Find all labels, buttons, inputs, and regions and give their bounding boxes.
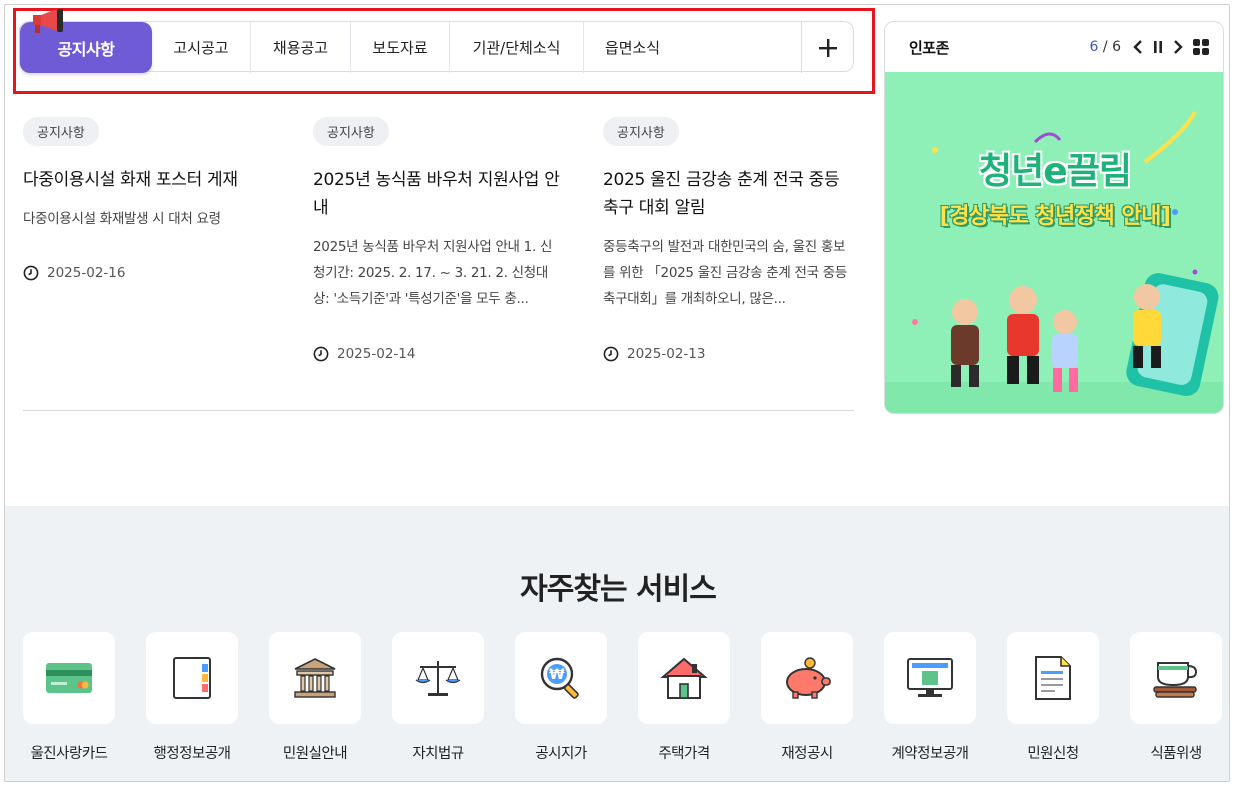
clock-icon bbox=[603, 346, 619, 362]
category-tag: 공지사항 bbox=[23, 117, 99, 146]
svg-text:₩: ₩ bbox=[549, 667, 565, 683]
service-icon-box[interactable] bbox=[884, 632, 976, 724]
service-icon-box[interactable] bbox=[761, 632, 853, 724]
chevron-left-icon[interactable] bbox=[1133, 39, 1143, 55]
service-item[interactable]: ₩ 공시지가 bbox=[515, 632, 607, 762]
tab-label: 고시공고 bbox=[173, 39, 229, 57]
service-item[interactable]: 식품위생 bbox=[1130, 632, 1222, 762]
service-icon-box[interactable] bbox=[392, 632, 484, 724]
service-label: 민원실안내 bbox=[282, 746, 348, 762]
banner-title: 청년e끌림 bbox=[979, 151, 1132, 192]
service-icon-box[interactable] bbox=[1130, 632, 1222, 724]
article-date: 2025-02-16 bbox=[23, 265, 125, 281]
tab-town-news[interactable]: 읍면소식 bbox=[583, 22, 681, 73]
main-frame: 고시공고 채용공고 보도자료 기관/단체소식 읍면소식 공지사항 공지사항 다중… bbox=[4, 4, 1230, 782]
article-card[interactable]: 공지사항 2025년 농식품 바우처 지원사업 안내 2025년 농식품 바우처… bbox=[313, 117, 563, 312]
infozone-title: 인포존 bbox=[909, 38, 949, 57]
service-icon-box[interactable] bbox=[638, 632, 730, 724]
tab-recruit[interactable]: 채용공고 bbox=[250, 22, 350, 73]
notice-tab-bar: 고시공고 채용공고 보도자료 기관/단체소식 읍면소식 공지사항 bbox=[19, 21, 854, 73]
service-icon-box[interactable] bbox=[269, 632, 361, 724]
plus-icon bbox=[818, 38, 837, 57]
service-item[interactable]: 재정공시 bbox=[761, 632, 853, 762]
megaphone-icon bbox=[33, 9, 63, 33]
document-icon bbox=[1035, 656, 1071, 700]
service-icon-box[interactable] bbox=[23, 632, 115, 724]
slide-total: 6 bbox=[1112, 39, 1121, 55]
service-label: 자치법규 bbox=[412, 746, 464, 762]
slide-counter: 6 / 6 bbox=[1089, 39, 1121, 55]
tab-org-news[interactable]: 기관/단체소식 bbox=[449, 22, 583, 73]
date-text: 2025-02-16 bbox=[47, 265, 126, 281]
slide-controls bbox=[1133, 39, 1209, 55]
service-label: 재정공시 bbox=[781, 746, 833, 762]
service-label: 민원신청 bbox=[1027, 746, 1079, 762]
frequent-services-section: 자주찾는 서비스 울진사랑카드 행정정보공개 민원실안내 자치법규 ₩ 공시지가… bbox=[5, 506, 1229, 781]
date-text: 2025-02-13 bbox=[627, 346, 706, 362]
section-title: 자주찾는 서비스 bbox=[520, 572, 717, 607]
tab-label: 기관/단체소식 bbox=[472, 39, 561, 57]
article-date: 2025-02-13 bbox=[603, 346, 705, 362]
service-label: 울진사랑카드 bbox=[30, 746, 108, 762]
service-label: 행정정보공개 bbox=[153, 746, 231, 762]
clock-icon bbox=[313, 346, 329, 362]
grid-icon[interactable] bbox=[1193, 39, 1209, 55]
tab-label: 채용공고 bbox=[272, 39, 329, 57]
category-tag: 공지사항 bbox=[313, 117, 389, 146]
article-desc: 다중이용시설 화재발생 시 대처 요령 bbox=[23, 211, 221, 227]
service-icon-box[interactable] bbox=[1007, 632, 1099, 724]
scale-icon bbox=[415, 661, 461, 696]
divider bbox=[23, 410, 854, 411]
service-icon-box[interactable] bbox=[146, 632, 238, 724]
article-date: 2025-02-14 bbox=[313, 346, 415, 362]
tab-gosi[interactable]: 고시공고 bbox=[152, 22, 250, 73]
binder-icon bbox=[173, 657, 211, 699]
article-card[interactable]: 공지사항 다중이용시설 화재 포스터 게재 다중이용시설 화재발생 시 대처 요… bbox=[23, 117, 273, 232]
clock-icon bbox=[23, 265, 39, 281]
article-title[interactable]: 2025년 농식품 바우처 지원사업 안내 bbox=[313, 166, 563, 222]
article-desc: 2025년 농식품 바우처 지원사업 안내 1. 신청기간: 2025. 2. … bbox=[313, 239, 553, 307]
service-item[interactable]: 자치법규 bbox=[392, 632, 484, 762]
banner-decoration-graphic bbox=[885, 111, 1223, 413]
tab-label: 읍면소식 bbox=[604, 39, 661, 57]
article-card[interactable]: 공지사항 2025 울진 금강송 춘계 전국 중등 축구 대회 알림 중등축구의… bbox=[603, 117, 853, 312]
service-icon-box[interactable]: ₩ bbox=[515, 632, 607, 724]
service-label: 공시지가 bbox=[535, 746, 587, 762]
piggy-bank-icon bbox=[786, 657, 831, 699]
service-label: 식품위생 bbox=[1150, 746, 1202, 762]
teacup-icon bbox=[1153, 662, 1198, 698]
service-item[interactable]: 울진사랑카드 bbox=[23, 632, 115, 762]
article-desc: 중등축구의 발전과 대한민국의 숨, 울진 홍보를 위한 「2025 울진 금강… bbox=[603, 239, 847, 307]
building-icon bbox=[294, 658, 336, 698]
service-label: 계약정보공개 bbox=[891, 746, 969, 762]
infozone-banner[interactable]: 청년e끌림 [경상북도 청년정책 안내] bbox=[885, 72, 1223, 413]
service-item[interactable]: 계약정보공개 bbox=[884, 632, 976, 762]
card-icon bbox=[46, 663, 92, 693]
pause-icon[interactable] bbox=[1153, 40, 1163, 54]
category-tag: 공지사항 bbox=[603, 117, 679, 146]
chevron-right-icon[interactable] bbox=[1173, 39, 1183, 55]
service-item[interactable]: 주택가격 bbox=[638, 632, 730, 762]
service-label: 주택가격 bbox=[658, 746, 710, 762]
service-item[interactable]: 행정정보공개 bbox=[146, 632, 238, 762]
monitor-icon bbox=[907, 658, 953, 697]
service-item[interactable]: 민원실안내 bbox=[269, 632, 361, 762]
infozone-panel: 인포존 6 / 6 청년e끌림 [경상북도 청년정책 안내] bbox=[884, 21, 1224, 414]
article-title[interactable]: 2025 울진 금강송 춘계 전국 중등 축구 대회 알림 bbox=[603, 166, 853, 222]
date-text: 2025-02-14 bbox=[337, 346, 416, 362]
banner-subtitle: [경상북도 청년정책 안내] bbox=[939, 204, 1171, 229]
house-icon bbox=[660, 657, 708, 699]
infozone-header: 인포존 6 / 6 bbox=[885, 22, 1223, 72]
magnifier-won-icon: ₩ bbox=[540, 657, 579, 699]
tab-label: 공지사항 bbox=[57, 39, 115, 59]
tab-label: 보도자료 bbox=[372, 39, 428, 57]
tab-press[interactable]: 보도자료 bbox=[350, 22, 449, 73]
service-item[interactable]: 민원신청 bbox=[1007, 632, 1099, 762]
more-button[interactable] bbox=[801, 22, 853, 73]
article-title[interactable]: 다중이용시설 화재 포스터 게재 bbox=[23, 166, 273, 194]
